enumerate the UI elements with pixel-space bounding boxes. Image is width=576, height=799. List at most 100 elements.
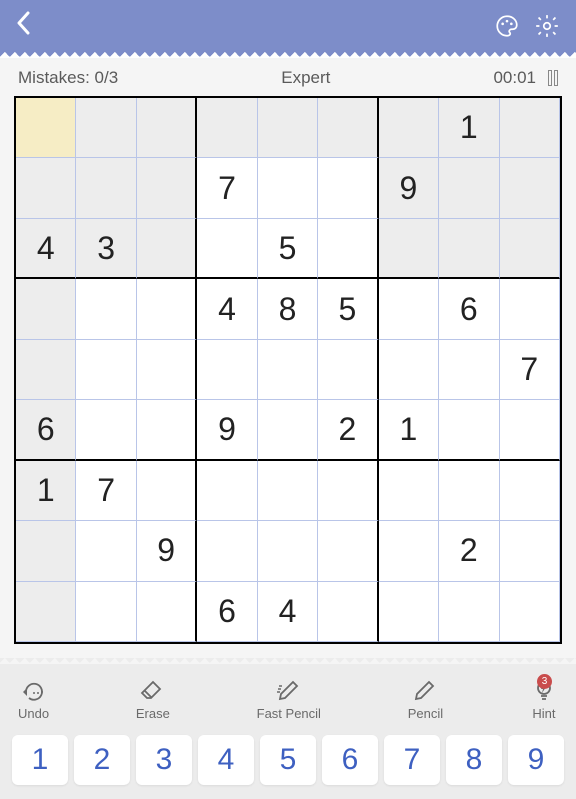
cell-r0-c7[interactable]: 1 [439,98,499,158]
cell-r7-c4[interactable] [258,521,318,581]
num-9[interactable]: 9 [508,735,564,785]
cell-r2-c3[interactable] [197,219,257,279]
cell-r4-c6[interactable] [379,340,439,400]
fast-pencil-button[interactable]: Fast Pencil [257,678,321,721]
cell-r3-c8[interactable] [500,279,560,339]
cell-r4-c2[interactable] [137,340,197,400]
cell-r0-c5[interactable] [318,98,378,158]
cell-r1-c4[interactable] [258,158,318,218]
cell-r6-c7[interactable] [439,461,499,521]
cell-r5-c6[interactable]: 1 [379,400,439,460]
cell-r5-c8[interactable] [500,400,560,460]
cell-r0-c2[interactable] [137,98,197,158]
cell-r2-c5[interactable] [318,219,378,279]
cell-r1-c5[interactable] [318,158,378,218]
cell-r5-c2[interactable] [137,400,197,460]
num-4[interactable]: 4 [198,735,254,785]
cell-r3-c7[interactable]: 6 [439,279,499,339]
cell-r4-c4[interactable] [258,340,318,400]
erase-button[interactable]: Erase [136,678,170,721]
cell-r8-c5[interactable] [318,582,378,642]
cell-r3-c5[interactable]: 5 [318,279,378,339]
cell-r1-c0[interactable] [16,158,76,218]
num-7[interactable]: 7 [384,735,440,785]
cell-r4-c7[interactable] [439,340,499,400]
cell-r5-c7[interactable] [439,400,499,460]
cell-r2-c4[interactable]: 5 [258,219,318,279]
cell-r6-c0[interactable]: 1 [16,461,76,521]
cell-r2-c2[interactable] [137,219,197,279]
num-2[interactable]: 2 [74,735,130,785]
cell-r0-c1[interactable] [76,98,136,158]
cell-r6-c8[interactable] [500,461,560,521]
cell-r1-c6[interactable]: 9 [379,158,439,218]
cell-r1-c8[interactable] [500,158,560,218]
cell-r6-c1[interactable]: 7 [76,461,136,521]
palette-icon[interactable] [494,13,520,39]
cell-r2-c0[interactable]: 4 [16,219,76,279]
cell-r2-c7[interactable] [439,219,499,279]
cell-r5-c3[interactable]: 9 [197,400,257,460]
cell-r1-c3[interactable]: 7 [197,158,257,218]
cell-r7-c8[interactable] [500,521,560,581]
cell-r8-c8[interactable] [500,582,560,642]
cell-r8-c0[interactable] [16,582,76,642]
cell-r2-c1[interactable]: 3 [76,219,136,279]
cell-r3-c4[interactable]: 8 [258,279,318,339]
cell-r8-c2[interactable] [137,582,197,642]
cell-r0-c3[interactable] [197,98,257,158]
pause-button[interactable] [548,70,558,86]
cell-r5-c0[interactable]: 6 [16,400,76,460]
cell-r4-c1[interactable] [76,340,136,400]
num-3[interactable]: 3 [136,735,192,785]
back-button[interactable] [16,10,30,42]
hint-label: Hint [532,706,555,721]
cell-r6-c3[interactable] [197,461,257,521]
cell-r7-c0[interactable] [16,521,76,581]
cell-r4-c0[interactable] [16,340,76,400]
cell-r7-c7[interactable]: 2 [439,521,499,581]
cell-r4-c8[interactable]: 7 [500,340,560,400]
cell-r8-c1[interactable] [76,582,136,642]
cell-r8-c7[interactable] [439,582,499,642]
cell-r7-c5[interactable] [318,521,378,581]
pencil-button[interactable]: Pencil [408,678,443,721]
cell-r0-c4[interactable] [258,98,318,158]
cell-r6-c5[interactable] [318,461,378,521]
num-5[interactable]: 5 [260,735,316,785]
cell-r3-c3[interactable]: 4 [197,279,257,339]
cell-r6-c2[interactable] [137,461,197,521]
cell-r6-c6[interactable] [379,461,439,521]
cell-r2-c6[interactable] [379,219,439,279]
cell-r3-c6[interactable] [379,279,439,339]
settings-icon[interactable] [534,13,560,39]
cell-r7-c1[interactable] [76,521,136,581]
cell-r5-c1[interactable] [76,400,136,460]
cell-r5-c4[interactable] [258,400,318,460]
cell-r1-c7[interactable] [439,158,499,218]
num-6[interactable]: 6 [322,735,378,785]
cell-r1-c2[interactable] [137,158,197,218]
cell-r5-c5[interactable]: 2 [318,400,378,460]
cell-r6-c4[interactable] [258,461,318,521]
cell-r3-c1[interactable] [76,279,136,339]
cell-r0-c6[interactable] [379,98,439,158]
cell-r0-c8[interactable] [500,98,560,158]
cell-r3-c0[interactable] [16,279,76,339]
undo-button[interactable]: Undo [18,678,49,721]
cell-r4-c3[interactable] [197,340,257,400]
cell-r8-c4[interactable]: 4 [258,582,318,642]
cell-r7-c3[interactable] [197,521,257,581]
hint-button[interactable]: 3 Hint [530,678,558,721]
cell-r7-c2[interactable]: 9 [137,521,197,581]
cell-r7-c6[interactable] [379,521,439,581]
num-1[interactable]: 1 [12,735,68,785]
cell-r1-c1[interactable] [76,158,136,218]
cell-r0-c0[interactable] [16,98,76,158]
cell-r8-c6[interactable] [379,582,439,642]
num-8[interactable]: 8 [446,735,502,785]
cell-r2-c8[interactable] [500,219,560,279]
cell-r3-c2[interactable] [137,279,197,339]
cell-r8-c3[interactable]: 6 [197,582,257,642]
cell-r4-c5[interactable] [318,340,378,400]
